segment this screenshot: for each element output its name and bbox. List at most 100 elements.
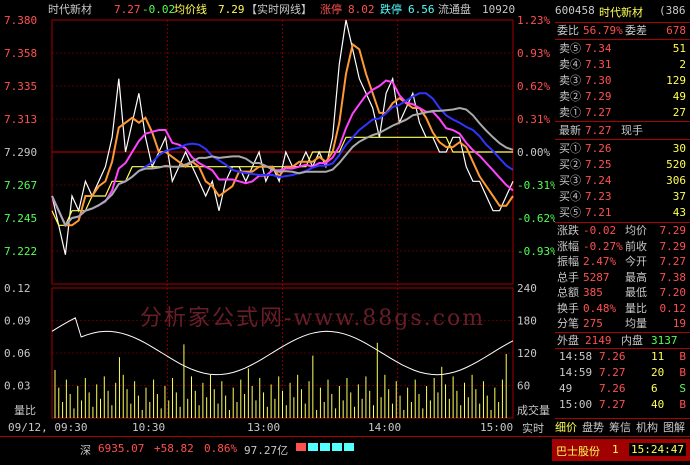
- panel-tab[interactable]: 细价: [555, 419, 577, 437]
- pct-tick-label: -0.62%: [517, 212, 555, 225]
- volume-tick-label: 120: [517, 347, 537, 360]
- chart-mode[interactable]: 【实时网线】: [246, 2, 312, 18]
- time-tick-label: 13:00: [247, 421, 280, 434]
- panel-tab[interactable]: 图解: [663, 419, 685, 437]
- wei-bi: 56.79%: [583, 24, 623, 37]
- stat-key: 今开: [625, 255, 647, 268]
- volume-tick-label: 240: [517, 282, 537, 295]
- price-tick-label: 7.358: [4, 47, 37, 60]
- limit-down: 6.56: [408, 3, 435, 16]
- buy-level[interactable]: 买① 7.26 30: [555, 140, 690, 157]
- buy-level[interactable]: 买④ 7.23 37: [555, 188, 690, 205]
- last-price: 7.27: [114, 3, 141, 16]
- buy-level[interactable]: 买③ 7.24 306: [555, 172, 690, 189]
- stock-name: 时代新材: [48, 3, 92, 16]
- stat-value: -0.27%: [583, 239, 623, 253]
- tick-time: 49: [559, 382, 573, 395]
- tick-volume: 6: [651, 382, 658, 395]
- stat-row: 换手 0.48% 量比 0.12: [555, 301, 690, 317]
- tick-price: 7.26: [599, 350, 626, 363]
- panel-tab[interactable]: 盘势: [582, 419, 604, 437]
- pct-tick-label: 1.23%: [517, 14, 550, 27]
- stat-key: 换手: [557, 301, 579, 315]
- buy-level-label: 买②: [559, 158, 581, 171]
- sell-level[interactable]: 卖④ 7.31 2: [555, 56, 690, 73]
- pct-tick-label: 0.93%: [517, 47, 550, 60]
- tick-time: 14:59: [559, 366, 593, 379]
- order-panel: 600458 时代新材 (386 委比 56.79% 委差 678 卖⑤ 7.34…: [555, 0, 690, 436]
- buy-level-label: 买④: [559, 190, 581, 203]
- index-change: +58.82: [154, 442, 194, 455]
- pct-tick-label: -0.31%: [517, 179, 555, 192]
- sell-level-volume: 51: [672, 42, 686, 55]
- sell-level-volume: 49: [672, 90, 686, 103]
- tick-volume: 40: [651, 398, 665, 411]
- avg-value: 7.29: [218, 3, 245, 16]
- stat-key: 前收: [625, 239, 647, 253]
- sell-level[interactable]: 卖⑤ 7.34 51: [555, 40, 690, 57]
- outer-label: 外盘: [557, 334, 579, 347]
- ratio-tick-label: 0.06: [4, 347, 31, 360]
- sell-level-label: 卖②: [559, 90, 581, 103]
- limit-up: 8.02: [348, 3, 375, 16]
- sell-level-price: 7.27: [585, 106, 612, 119]
- tick-time: 14:58: [559, 350, 593, 363]
- stat-row: 总额 385 最低 7.20: [555, 285, 690, 301]
- index-name: 深: [80, 444, 91, 457]
- stat-value: 7.29: [659, 239, 687, 253]
- stat-key: 涨跌: [557, 224, 579, 237]
- volume-tick-label: 180: [517, 315, 537, 328]
- stat-row: 总手 5287 最高 7.38: [555, 270, 690, 286]
- stat-value: 0.12: [659, 301, 687, 315]
- mode-tab[interactable]: 实时: [522, 420, 544, 436]
- panel-tab[interactable]: 机构: [636, 419, 658, 437]
- price-tick-label: 7.222: [4, 245, 37, 258]
- stat-key: 量比: [625, 301, 647, 315]
- sell-level[interactable]: 卖③ 7.30 129: [555, 72, 690, 89]
- price-tick-label: 7.380: [4, 14, 37, 27]
- wei-bi-label: 委比: [557, 24, 579, 37]
- sell-level-price: 7.29: [585, 90, 612, 103]
- price-tick-label: 7.335: [4, 80, 37, 93]
- stat-value: 19: [672, 317, 686, 330]
- outer-value: 2149: [585, 334, 612, 347]
- buy-level-price: 7.24: [585, 174, 612, 187]
- float-label: 流通盘: [438, 3, 471, 16]
- sell-level-label: 卖⑤: [559, 42, 581, 55]
- tick-side: B: [679, 398, 686, 411]
- sell-level-volume: 129: [666, 74, 686, 87]
- buy-level-price: 7.25: [585, 158, 612, 171]
- pct-tick-label: 0.00%: [517, 146, 550, 159]
- buy-level-label: 买③: [559, 174, 581, 187]
- stat-value: 7.29: [659, 224, 687, 237]
- stat-key: 最高: [625, 270, 647, 284]
- buy-level-volume: 37: [672, 190, 686, 203]
- intraday-chart[interactable]: 7.380 7.358 7.335 7.313 7.290 7.267 7.245 7.222…: [0, 0, 555, 436]
- tick-row: 14:59 7.27 20 B: [555, 366, 690, 380]
- watermark: 分析家公式网-www.88gs.com: [140, 306, 486, 331]
- price-change: -0.02: [142, 3, 176, 16]
- pct-tick-label: 0.62%: [517, 80, 550, 93]
- ticker-name: 巴士股份: [556, 445, 600, 458]
- buy-level[interactable]: 买⑤ 7.21 43: [555, 204, 690, 221]
- sell-level-volume: 27: [672, 106, 686, 119]
- buy-level[interactable]: 买② 7.25 520: [555, 156, 690, 173]
- stat-value: -0.02: [583, 224, 617, 237]
- inner-label: 内盘: [621, 334, 643, 347]
- time-tick-label: 15:00: [480, 421, 513, 434]
- price-tick-label: 7.313: [4, 113, 37, 126]
- stat-row: 涨幅 -0.27% 前收 7.29: [555, 239, 690, 255]
- buy-level-volume: 520: [666, 158, 686, 171]
- sell-level[interactable]: 卖② 7.29 49: [555, 88, 690, 105]
- buy-level-volume: 43: [672, 206, 686, 219]
- stat-key: 最低: [625, 286, 647, 299]
- panel-tab[interactable]: 筹信: [609, 419, 631, 437]
- tick-price: 7.27: [599, 398, 626, 411]
- sell-level[interactable]: 卖① 7.27 27: [555, 104, 690, 121]
- stat-key: 均价: [625, 224, 647, 237]
- volume-ratio-caption: 量比: [14, 404, 36, 417]
- ticker-box[interactable]: 巴士股份 1 15:24:47: [552, 439, 690, 461]
- time-tick-label: 09/12, 09:30: [8, 421, 87, 434]
- tick-row: 14:58 7.26 11 B: [555, 350, 690, 364]
- ticker-value: 1: [612, 443, 619, 456]
